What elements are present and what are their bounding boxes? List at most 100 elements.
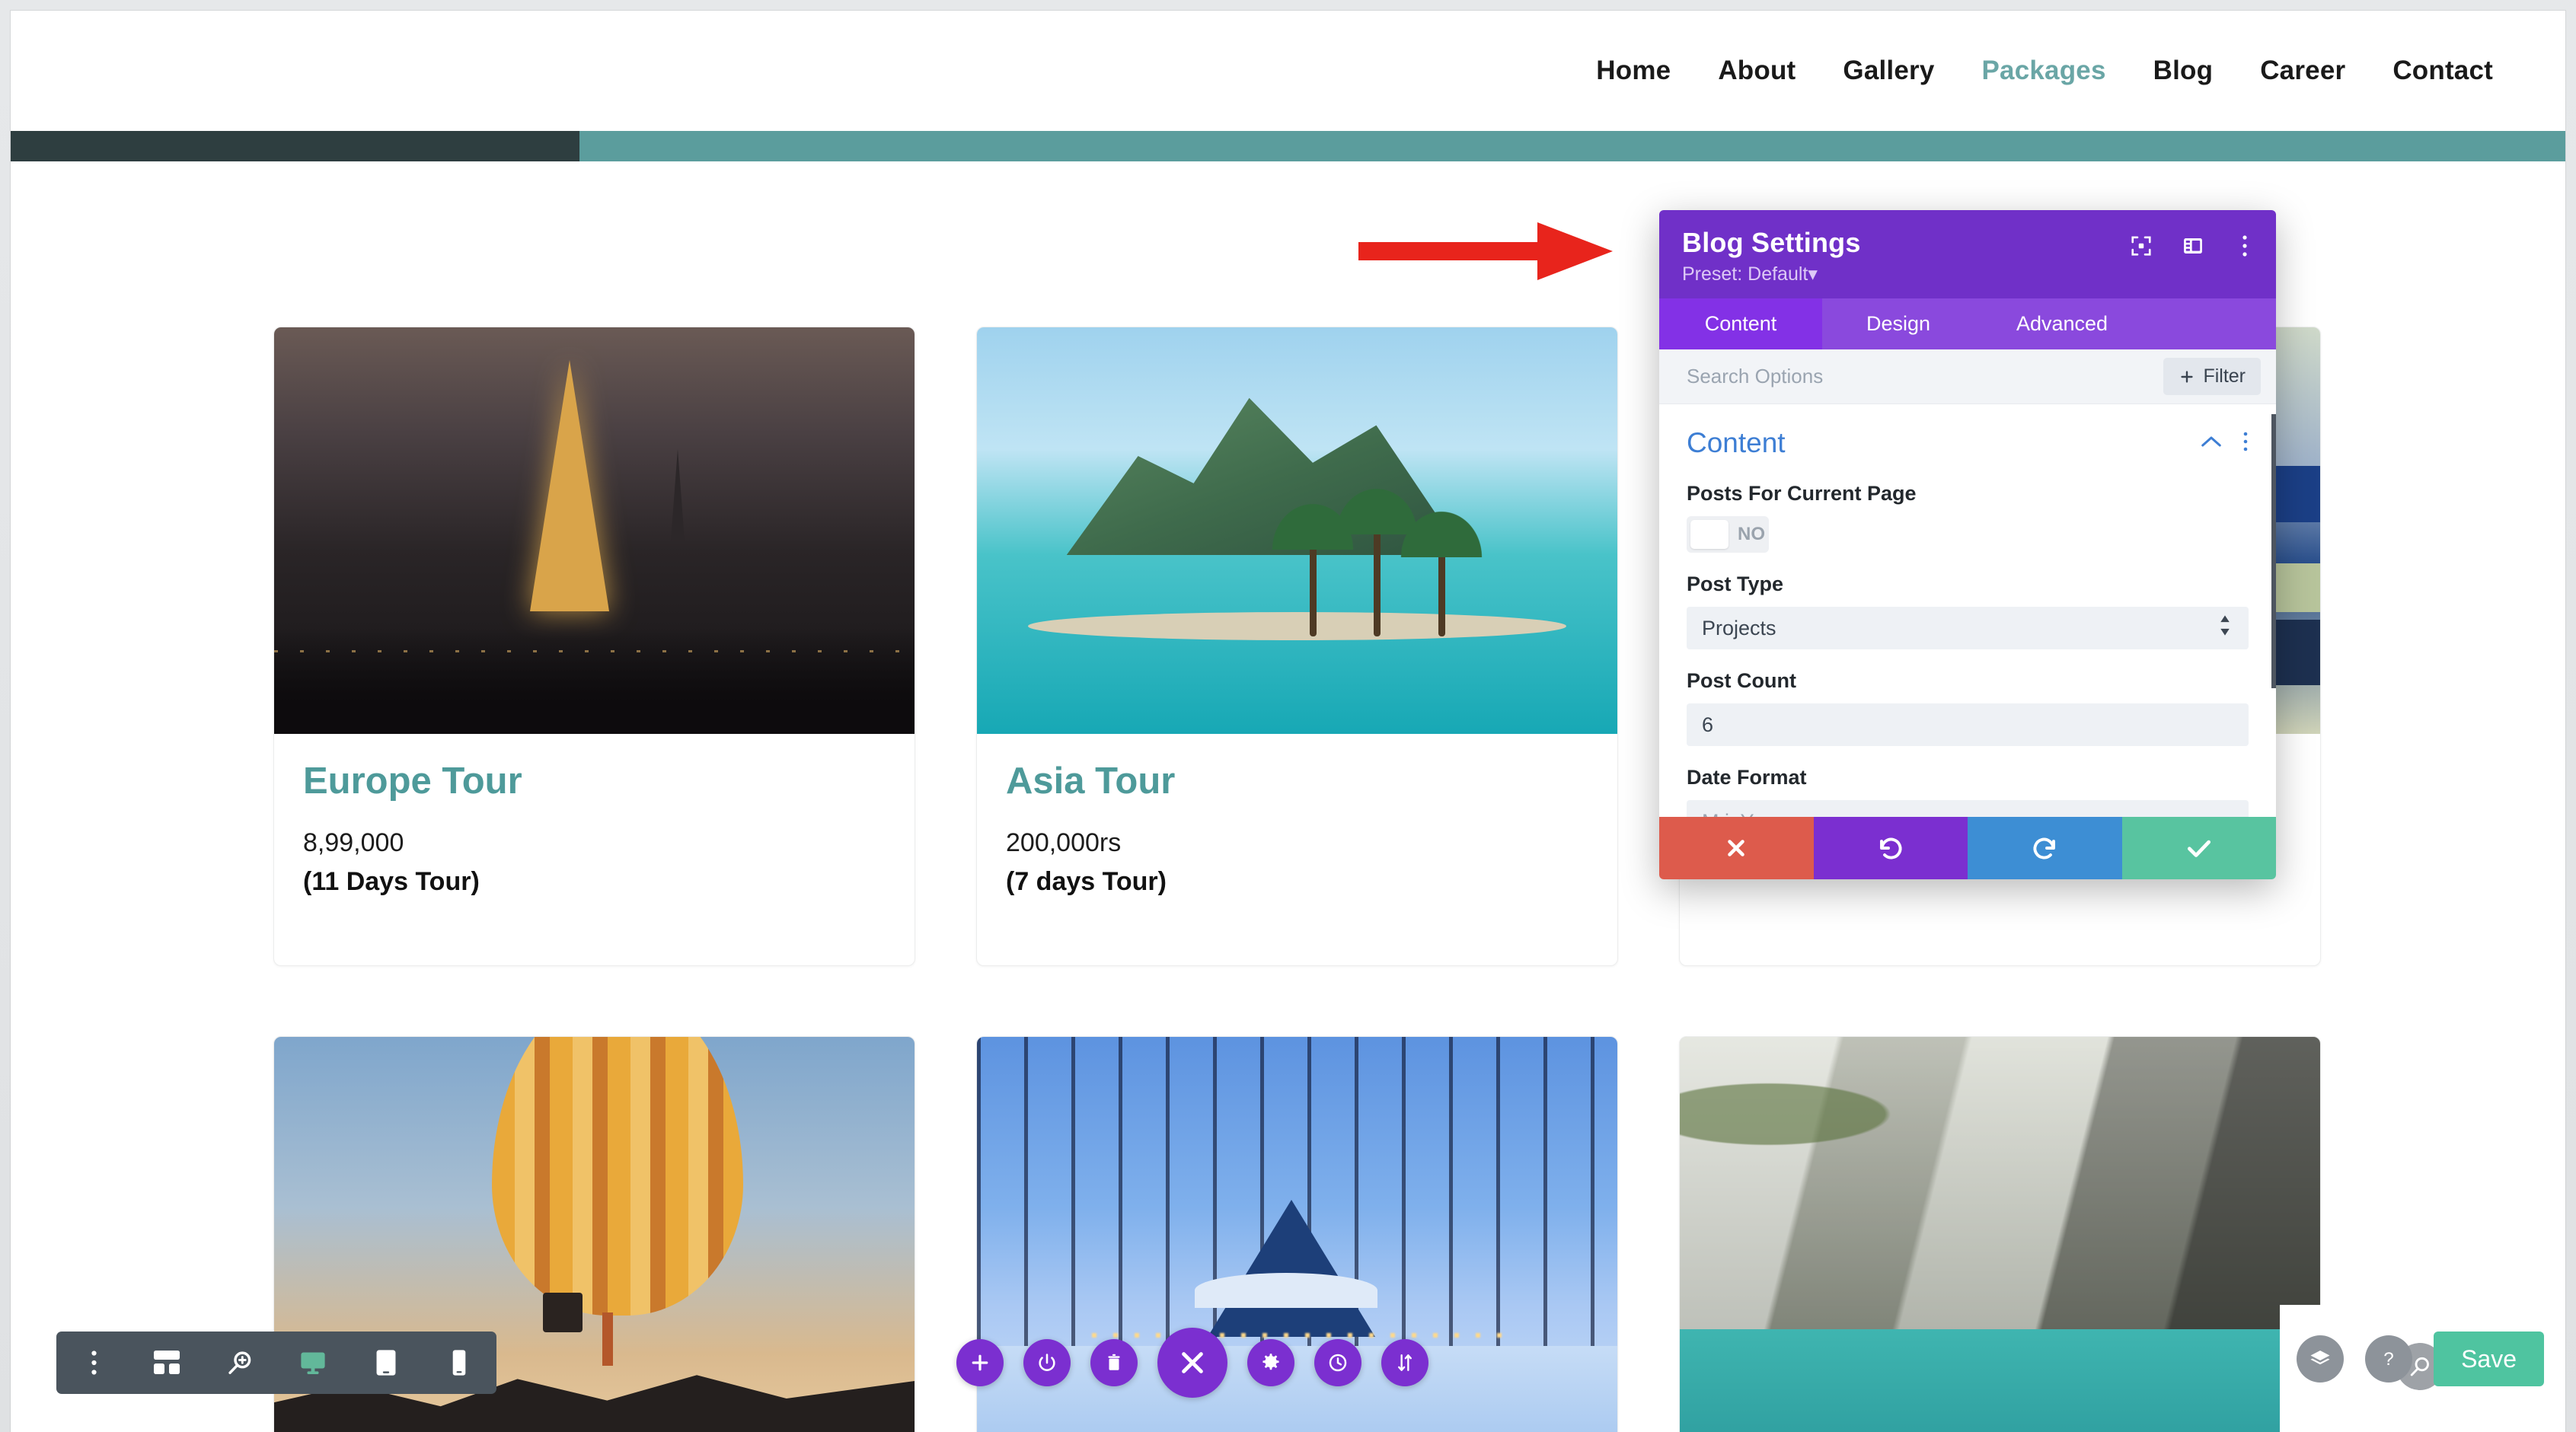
panel-layout-icon[interactable] <box>2182 234 2204 257</box>
page-viewport: Home About Gallery Packages Blog Career … <box>11 11 2565 1432</box>
panel-scrollbar[interactable] <box>2271 414 2276 688</box>
card-image-europe <box>274 327 915 734</box>
close-x-icon <box>1728 840 1745 856</box>
module-action-toolbar <box>956 1328 1428 1398</box>
tab-design[interactable]: Design <box>1822 298 1974 349</box>
plus-icon <box>2181 370 2194 383</box>
blog-settings-panel: Blog Settings Preset: Default▾ Content D… <box>1659 210 2276 879</box>
date-format-input[interactable]: M j, Y <box>1687 800 2249 817</box>
tour-card[interactable]: Asia Tour 200,000rs (7 days Tour) <box>976 327 1618 966</box>
select-arrows-icon <box>2218 614 2232 643</box>
tab-advanced[interactable]: Advanced <box>1974 298 2150 349</box>
post-count-input[interactable]: 6 <box>1687 703 2249 746</box>
field-date-format: Date Format M j, Y <box>1687 766 2249 817</box>
field-post-type: Post Type Projects <box>1687 572 2249 649</box>
content-section-header: Content <box>1687 427 2249 459</box>
site-header: Home About Gallery Packages Blog Career … <box>11 11 2565 131</box>
card-duration: (11 Days Tour) <box>303 866 480 896</box>
discard-button[interactable] <box>1659 817 1814 879</box>
tablet-view-icon[interactable] <box>369 1345 404 1380</box>
search-input[interactable] <box>1687 365 2164 388</box>
section-actions <box>2200 431 2249 456</box>
chevron-up-icon[interactable] <box>2200 434 2223 453</box>
field-label: Date Format <box>1687 766 1807 789</box>
field-label: Posts For Current Page <box>1687 482 1917 505</box>
filter-button-label: Filter <box>2203 365 2246 387</box>
nav-item-career[interactable]: Career <box>2236 56 2369 86</box>
save-button[interactable]: Save <box>2434 1332 2544 1386</box>
svg-text:?: ? <box>2383 1349 2393 1370</box>
strip-teal-segment <box>579 131 2565 161</box>
field-posts-for-current-page: Posts For Current Page NO <box>1687 482 2249 553</box>
chevron-down-icon: ▾ <box>1808 263 1818 285</box>
panel-tabs: Content Design Advanced <box>1659 298 2276 349</box>
post-count-value: 6 <box>1702 713 1714 736</box>
more-options-icon[interactable] <box>76 1345 111 1380</box>
redo-button[interactable] <box>1968 817 2122 879</box>
card-image-asia <box>977 327 1617 734</box>
panel-body: Content Posts For Current Page NO Post T… <box>1659 404 2276 817</box>
panel-search-row: Filter <box>1659 349 2276 404</box>
toggle-knob <box>1690 520 1729 549</box>
more-options-icon[interactable] <box>2233 234 2256 257</box>
panel-preset-selector[interactable]: Preset: Default▾ <box>1682 263 2253 285</box>
tab-content[interactable]: Content <box>1659 298 1822 349</box>
undo-button[interactable] <box>1813 817 1968 879</box>
more-options-icon[interactable] <box>2242 431 2249 456</box>
field-post-count: Post Count 6 <box>1687 669 2249 746</box>
card-body: Asia Tour 200,000rs (7 days Tour) <box>977 734 1617 897</box>
card-image-cliff <box>1680 1037 2320 1432</box>
undo-icon <box>1879 837 1902 860</box>
section-title: Content <box>1687 427 1786 458</box>
header-color-strip <box>11 131 2565 161</box>
history-button[interactable] <box>1314 1339 1361 1386</box>
tour-card[interactable]: Europe Tour 8,99,000 (11 Days Tour) <box>273 327 915 966</box>
nav-item-about[interactable]: About <box>1694 56 1819 86</box>
nav-item-gallery[interactable]: Gallery <box>1819 56 1958 86</box>
desktop-view-icon[interactable] <box>295 1345 330 1380</box>
panel-preset-label: Preset: Default <box>1682 263 1808 285</box>
field-label: Post Type <box>1687 572 1784 595</box>
post-type-select[interactable]: Projects <box>1687 607 2249 649</box>
nav-item-contact[interactable]: Contact <box>2369 56 2517 86</box>
module-settings-button[interactable] <box>1247 1339 1294 1386</box>
redo-icon <box>2033 837 2056 860</box>
apply-button[interactable] <box>2121 817 2276 879</box>
nav-item-packages[interactable]: Packages <box>1958 56 2130 86</box>
panel-header-icons <box>2130 234 2256 257</box>
phone-view-icon[interactable] <box>442 1345 477 1380</box>
close-toolbar-button[interactable] <box>1157 1328 1227 1398</box>
layers-icon[interactable] <box>2297 1335 2345 1383</box>
card-price: 8,99,000 <box>303 828 404 857</box>
card-title: Asia Tour <box>1006 761 1176 802</box>
zoom-in-icon[interactable] <box>222 1345 257 1380</box>
nav-item-home[interactable]: Home <box>1572 56 1694 86</box>
date-format-placeholder: M j, Y <box>1702 810 1754 818</box>
browser-frame: Home About Gallery Packages Blog Career … <box>0 0 2576 1432</box>
builder-bottom-right-controls: ? Save <box>2297 1332 2544 1386</box>
strip-dark-segment <box>11 131 579 161</box>
wireframe-view-icon[interactable] <box>149 1345 184 1380</box>
post-type-value: Projects <box>1702 616 1776 639</box>
card-price: 200,000rs <box>1006 828 1122 857</box>
add-module-button[interactable] <box>956 1339 1004 1386</box>
panel-footer <box>1659 817 2276 879</box>
help-question-icon[interactable]: ? <box>2365 1335 2413 1383</box>
card-title: Europe Tour <box>303 761 522 802</box>
view-mode-toolbar <box>56 1332 496 1394</box>
toggle-value: NO <box>1738 524 1765 544</box>
fullscreen-icon[interactable] <box>2130 234 2153 257</box>
card-body: Europe Tour 8,99,000 (11 Days Tour) <box>274 734 915 897</box>
disable-module-button[interactable] <box>1023 1339 1071 1386</box>
posts-for-current-page-toggle[interactable]: NO <box>1687 516 1769 553</box>
nav-item-blog[interactable]: Blog <box>2130 56 2237 86</box>
panel-header: Blog Settings Preset: Default▾ <box>1659 210 2276 298</box>
tour-card[interactable] <box>1679 1036 2321 1432</box>
delete-module-button[interactable] <box>1090 1339 1138 1386</box>
red-pointer-arrow <box>1358 222 1613 280</box>
check-icon <box>2187 840 2211 857</box>
card-duration: (7 days Tour) <box>1006 866 1167 896</box>
field-label: Post Count <box>1687 669 1796 692</box>
reorder-button[interactable] <box>1381 1339 1428 1386</box>
filter-button[interactable]: Filter <box>2163 358 2261 395</box>
